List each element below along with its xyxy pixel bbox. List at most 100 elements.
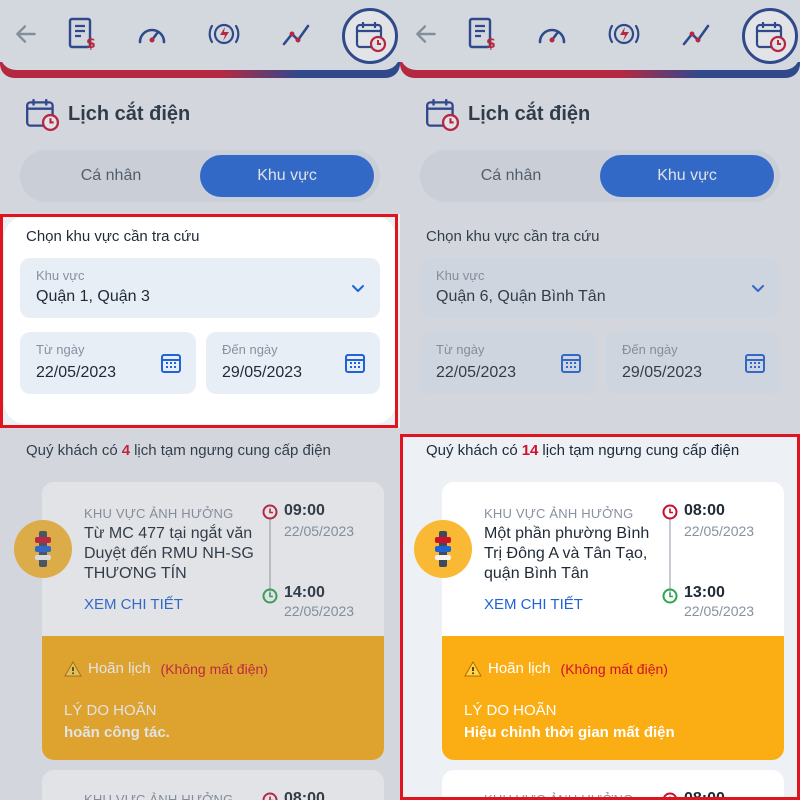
bill-icon[interactable]: $: [64, 14, 100, 54]
screen-right: $ Lịch cắt điện Cá nhân Khu vực Chọn khu…: [400, 0, 800, 800]
end-time: 14:00: [284, 584, 325, 601]
calendar-icon[interactable]: [344, 352, 366, 374]
nav-background: [400, 0, 800, 70]
end-time: 13:00: [684, 584, 725, 601]
area-value: Quận 1, Quận 3: [36, 288, 150, 305]
affected-area-desc: Từ MC 477 tại ngắt văn Duyệt đến RMU NH-…: [84, 525, 254, 582]
postpone-reason-label: LÝ DO HOÃN: [464, 702, 557, 719]
view-detail-link[interactable]: XEM CHI TIẾT: [84, 596, 183, 613]
electric-pole-icon: [414, 520, 472, 578]
filter-title: Chọn khu vực cần tra cứu: [26, 228, 200, 245]
from-date-field[interactable]: Từ ngày 22/05/2023: [20, 332, 196, 394]
power-icon[interactable]: [606, 14, 642, 54]
chevron-down-icon: [352, 285, 364, 292]
clock-start-icon: [262, 504, 278, 520]
screen-left: $ Lịch cắt điện Cá nhân Khu vực Chọn khu…: [0, 0, 400, 800]
view-detail-link[interactable]: XEM CHI TIẾT: [484, 596, 583, 613]
outage-card-body: KHU VỰC ẢNH HƯỞNG Một phần phường Bình T…: [442, 482, 784, 636]
affected-area-desc: Một phần phường Bình Trị Đông A và Tân T…: [484, 525, 650, 582]
calendar-icon[interactable]: [342, 8, 398, 64]
clock-start-icon: [262, 792, 278, 800]
postpone-note: (Không mất điện): [560, 660, 668, 677]
clock-end-icon: [662, 588, 678, 604]
chevron-down-icon: [752, 285, 764, 292]
filter-card: Chọn khu vực cần tra cứu Khu vực Quận 1,…: [4, 216, 396, 424]
outage-count-notice: Quý khách có 4 lịch tạm ngưng cung cấp điệ…: [26, 442, 331, 459]
section-header: Lịch cắt điện: [24, 96, 190, 132]
postpone-status: Hoãn lịch: [88, 660, 151, 677]
tab-personal[interactable]: Cá nhân: [426, 155, 596, 197]
area-label: Khu vực: [436, 268, 485, 283]
next-outage-card: KHU VỰC ẢNH HƯỞNG 08:00: [42, 770, 384, 800]
outage-count-notice: Quý khách có 14 lịch tạm ngưng cung cấp đi…: [426, 442, 739, 459]
clock-start-icon: [662, 792, 678, 800]
outage-card: KHU VỰC ẢNH HƯỞNG Từ MC 477 tại ngắt văn…: [42, 482, 384, 760]
page-title: Lịch cắt điện: [68, 102, 191, 125]
tab-bar: Cá nhân Khu vực: [20, 150, 380, 202]
from-date-label: Từ ngày: [436, 342, 485, 357]
filter-title: Chọn khu vực cần tra cứu: [426, 228, 600, 245]
outage-count: 4: [121, 442, 131, 459]
gauge-icon[interactable]: [134, 14, 170, 54]
next-affected-area-label: KHU VỰC ẢNH HƯỞNG: [84, 792, 234, 800]
calendar-icon[interactable]: [744, 352, 766, 374]
calendar-icon[interactable]: [742, 8, 798, 64]
from-date-field[interactable]: Từ ngày 22/05/2023: [420, 332, 596, 394]
tab-area[interactable]: Khu vực: [600, 155, 774, 197]
back-arrow-icon[interactable]: [408, 14, 444, 54]
start-date: 22/05/2023: [284, 523, 355, 539]
to-date-field[interactable]: Đến ngày 29/05/2023: [606, 332, 780, 394]
gauge-icon[interactable]: [534, 14, 570, 54]
area-select[interactable]: Khu vực Quận 1, Quận 3: [20, 258, 380, 318]
postpone-status: Hoãn lịch: [488, 660, 551, 677]
tab-personal[interactable]: Cá nhân: [26, 155, 196, 197]
next-outage-card: KHU VỰC ẢNH HƯỞNG 08:00: [442, 770, 784, 800]
clock-end-icon: [262, 588, 278, 604]
to-date-label: Đến ngày: [222, 342, 278, 357]
calendar-icon[interactable]: [560, 352, 582, 374]
svg-text:$: $: [86, 36, 96, 51]
end-date: 22/05/2023: [284, 603, 355, 619]
from-date-value: 22/05/2023: [436, 364, 517, 381]
page-title: Lịch cắt điện: [468, 102, 591, 125]
tab-area[interactable]: Khu vực: [200, 155, 374, 197]
calendar-icon[interactable]: [160, 352, 182, 374]
end-date: 22/05/2023: [684, 603, 755, 619]
start-date: 22/05/2023: [684, 523, 755, 539]
timeline-connector: [669, 518, 671, 594]
svg-text:$: $: [486, 36, 496, 51]
section-header: Lịch cắt điện: [424, 96, 590, 132]
calendar-clock-icon: [24, 96, 60, 132]
to-date-value: 29/05/2023: [622, 364, 703, 381]
from-date-label: Từ ngày: [36, 342, 85, 357]
notice-prefix: Quý khách có: [26, 442, 118, 459]
postpone-reason-text: hoãn công tác.: [64, 724, 170, 741]
power-icon[interactable]: [206, 14, 242, 54]
electric-pole-icon: [14, 520, 72, 578]
outage-card-body: KHU VỰC ẢNH HƯỞNG Từ MC 477 tại ngắt văn…: [42, 482, 384, 636]
to-date-label: Đến ngày: [622, 342, 678, 357]
outage-card: KHU VỰC ẢNH HƯỞNG Một phần phường Bình T…: [442, 482, 784, 760]
notice-suffix: lịch tạm ngưng cung cấp điện: [134, 442, 331, 459]
to-date-field[interactable]: Đến ngày 29/05/2023: [206, 332, 380, 394]
warning-icon: [464, 660, 482, 676]
start-time: 08:00: [684, 502, 725, 519]
chart-icon[interactable]: [278, 14, 314, 54]
chart-icon[interactable]: [678, 14, 714, 54]
postpone-box: Hoãn lịch (Không mất điện) LÝ DO HOÃN Hi…: [442, 636, 784, 760]
next-start-time: 08:00: [684, 790, 725, 800]
top-navigation: $: [0, 0, 400, 78]
from-date-value: 22/05/2023: [36, 364, 117, 381]
area-value: Quận 6, Quận Bình Tân: [436, 288, 606, 305]
timeline-connector: [269, 518, 271, 594]
postpone-reason-label: LÝ DO HOÃN: [64, 702, 157, 719]
postpone-note: (Không mất điện): [160, 660, 268, 677]
postpone-reason-text: Hiệu chỉnh thời gian mất điện: [464, 724, 675, 741]
back-arrow-icon[interactable]: [8, 14, 44, 54]
next-start-time: 08:00: [284, 790, 325, 800]
postpone-header: Hoãn lịch (Không mất điện): [64, 660, 268, 677]
postpone-header: Hoãn lịch (Không mất điện): [464, 660, 668, 677]
bill-icon[interactable]: $: [464, 14, 500, 54]
area-select[interactable]: Khu vực Quận 6, Quận Bình Tân: [420, 258, 780, 318]
filter-card: Chọn khu vực cần tra cứu Khu vực Quận 6,…: [404, 216, 796, 424]
